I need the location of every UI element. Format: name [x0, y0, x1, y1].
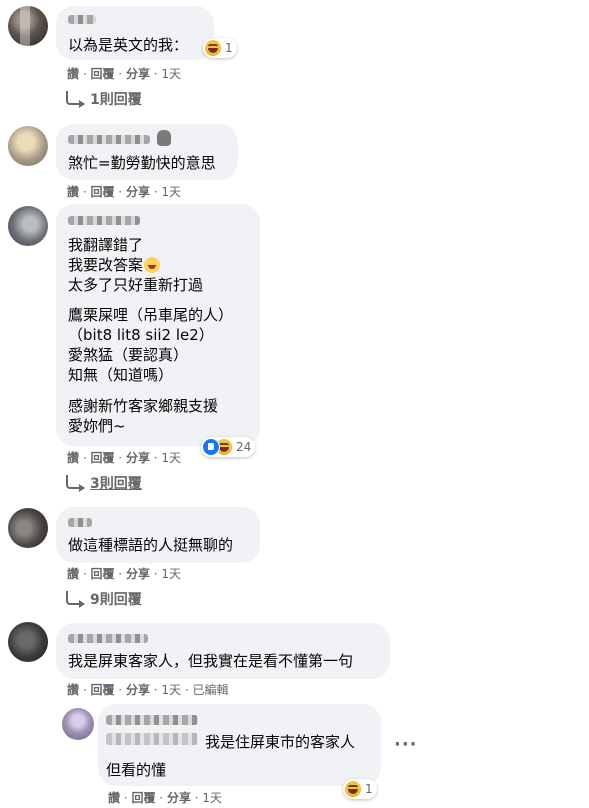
author-name[interactable] — [106, 715, 198, 725]
timestamp[interactable]: 1天 — [202, 791, 222, 805]
reaction-summary[interactable]: 1 — [203, 38, 237, 58]
comment-line: 感謝新竹客家鄉親支援 — [68, 397, 219, 415]
haha-reaction-icon — [345, 781, 361, 797]
reply-button[interactable]: 回覆 — [90, 185, 114, 199]
avatar[interactable] — [8, 508, 48, 548]
reply-button[interactable]: 回覆 — [90, 67, 114, 81]
reaction-summary[interactable]: 1 — [343, 779, 377, 799]
share-button[interactable]: 分享 — [126, 567, 150, 581]
reply-arrow-icon — [66, 475, 85, 492]
comment-line: 我翻譯錯了 — [68, 236, 144, 254]
grinning-face-icon — [144, 257, 161, 273]
reply-text-line: 我是住屏東市的客家人 — [205, 733, 356, 751]
view-replies-link[interactable]: 1則回覆 — [66, 91, 142, 109]
replies-label: 3則回覆 — [90, 476, 142, 492]
reaction-count: 1 — [225, 41, 233, 55]
comment-line: 我要改答案 — [68, 256, 161, 275]
avatar[interactable] — [8, 622, 48, 662]
replies-label: 1則回覆 — [90, 92, 142, 108]
reply-button[interactable]: 回覆 — [131, 791, 155, 805]
comment-actions: 讚 · 回覆 · 分享 · 1天 · 已編輯 — [67, 683, 229, 697]
share-button[interactable]: 分享 — [126, 185, 150, 199]
comment-actions: 讚 · 回覆 · 分享 · 1天 — [67, 185, 182, 199]
like-button[interactable]: 讚 — [67, 185, 79, 199]
comment-line: 鷹栗屎哩（吊車尾的人） — [68, 306, 234, 324]
comment-text: 煞忙=勤勞勤快的意思 — [68, 154, 216, 172]
comment-text: 我是屏東客家人，但我實在是看不懂第一句 — [68, 652, 354, 670]
author-name[interactable] — [68, 135, 150, 144]
reaction-summary[interactable]: 24 — [201, 437, 256, 457]
like-reaction-icon — [203, 439, 219, 455]
reaction-count: 24 — [236, 440, 252, 454]
view-replies-link[interactable]: 3則回覆 — [66, 475, 142, 493]
timestamp[interactable]: 1天 — [161, 683, 181, 697]
comment-line: 愛煞猛（要認真） — [68, 346, 189, 364]
comment-actions: 讚 · 回覆 · 分享 · 1天 — [67, 451, 182, 465]
comment-actions: 讚 · 回覆 · 分享 · 1天 — [67, 67, 182, 81]
reply-actions: 讚 · 回覆 · 分享 · 1天 — [108, 791, 223, 805]
share-button[interactable]: 分享 — [167, 791, 191, 805]
author-name-blur — [106, 733, 198, 745]
comment-line: 太多了只好重新打過 — [68, 276, 204, 294]
comment-text: 以為是英文的我： — [68, 36, 189, 54]
edited-label: 已編輯 — [192, 683, 229, 697]
comment-actions: 讚 · 回覆 · 分享 · 1天 — [67, 567, 182, 581]
like-button[interactable]: 讚 — [67, 683, 79, 697]
like-button[interactable]: 讚 — [67, 567, 79, 581]
more-options-icon[interactable]: ··· — [394, 736, 418, 754]
author-name[interactable] — [68, 15, 96, 24]
view-replies-link[interactable]: 9則回覆 — [66, 591, 142, 609]
reply-arrow-icon — [66, 91, 85, 108]
like-button[interactable]: 讚 — [67, 67, 79, 81]
avatar[interactable] — [8, 206, 48, 246]
share-button[interactable]: 分享 — [126, 451, 150, 465]
timestamp[interactable]: 1天 — [161, 451, 181, 465]
like-button[interactable]: 讚 — [67, 451, 79, 465]
reply-text-line: 但看的懂 — [106, 761, 167, 779]
avatar[interactable] — [8, 6, 48, 46]
reply-button[interactable]: 回覆 — [90, 451, 114, 465]
comment-line: 知無（知道嗎） — [68, 366, 174, 384]
author-name[interactable] — [68, 216, 140, 225]
haha-reaction-icon — [205, 40, 221, 56]
replies-label: 9則回覆 — [90, 592, 142, 608]
timestamp[interactable]: 1天 — [161, 567, 181, 581]
comment-text: 做這種標語的人挺無聊的 — [68, 536, 234, 554]
reaction-count: 1 — [365, 782, 373, 796]
timestamp[interactable]: 1天 — [161, 67, 181, 81]
author-name[interactable] — [68, 518, 92, 527]
reply-button[interactable]: 回覆 — [90, 683, 114, 697]
author-name[interactable] — [68, 634, 148, 643]
like-button[interactable]: 讚 — [108, 791, 120, 805]
share-button[interactable]: 分享 — [126, 683, 150, 697]
reply-arrow-icon — [66, 591, 85, 608]
comment-line: （bit8 lit8 sii2 le2） — [68, 326, 214, 344]
waving-hand-icon — [157, 130, 171, 146]
avatar[interactable] — [62, 708, 94, 740]
comment-line: 愛妳們~ — [68, 417, 126, 435]
avatar[interactable] — [8, 126, 48, 166]
timestamp[interactable]: 1天 — [161, 185, 181, 199]
share-button[interactable]: 分享 — [126, 67, 150, 81]
reply-button[interactable]: 回覆 — [90, 567, 114, 581]
